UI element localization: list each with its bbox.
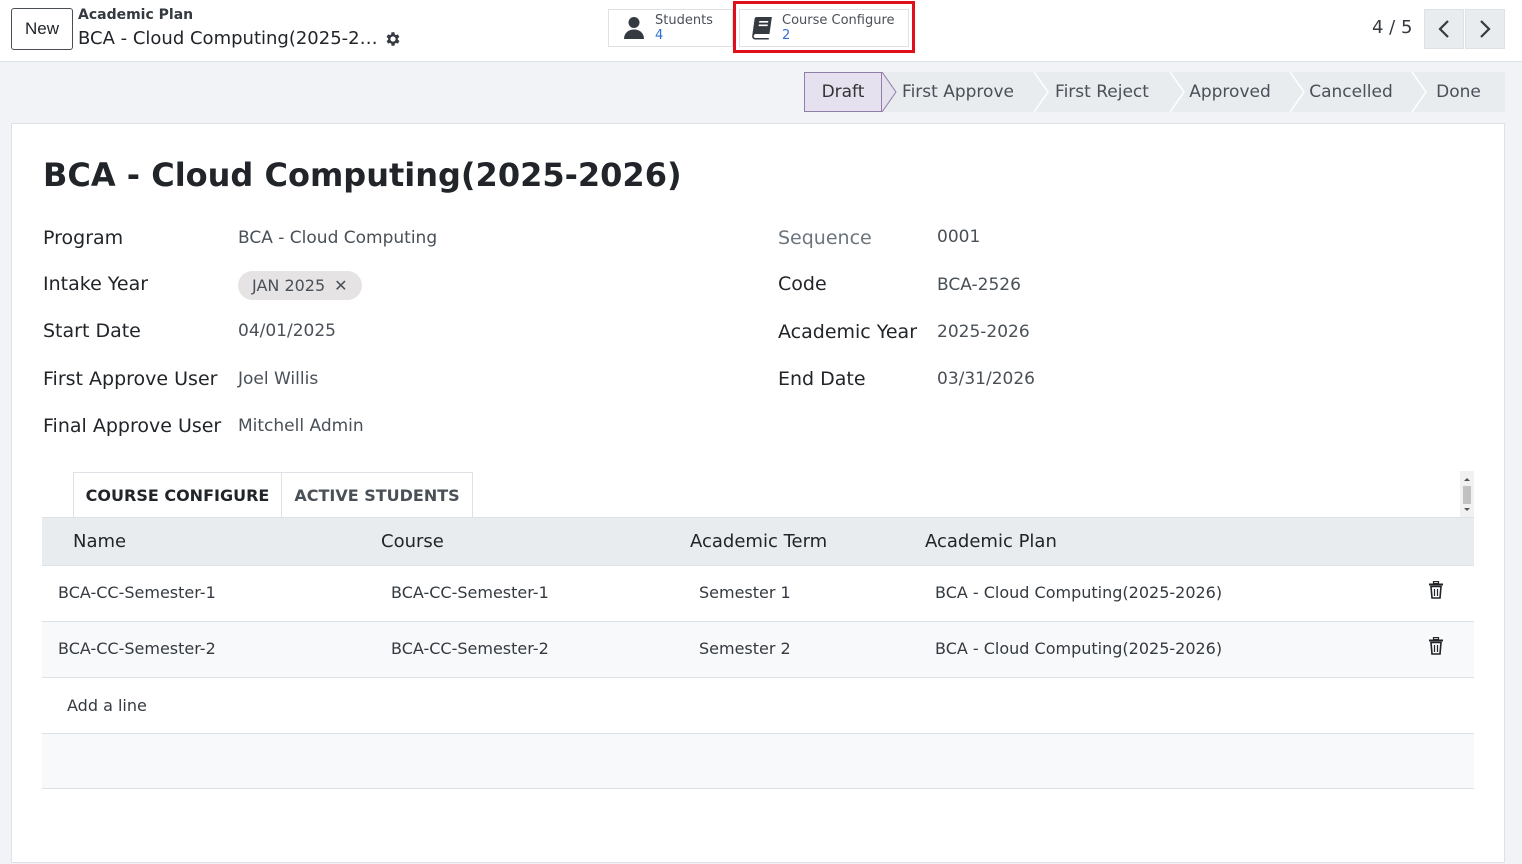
column-academic-term[interactable]: Academic Term <box>690 531 827 552</box>
cell-course[interactable]: BCA-CC-Semester-2 <box>391 639 549 658</box>
chevron-right-icon <box>1480 20 1491 38</box>
intake-year-tag[interactable]: JAN 2025 ✕ <box>238 271 362 300</box>
remove-tag-icon[interactable]: ✕ <box>334 276 347 295</box>
column-name[interactable]: Name <box>73 531 126 552</box>
first-approve-user-value[interactable]: Joel Willis <box>238 369 318 389</box>
sequence-label: Sequence <box>778 227 872 249</box>
add-line-row: Add a line <box>42 678 1474 734</box>
pager-next-button[interactable] <box>1465 9 1505 49</box>
breadcrumb-parent[interactable]: Academic Plan <box>78 7 193 23</box>
intake-year-tag-label: JAN 2025 <box>252 276 326 295</box>
course-configure-label: Course Configure <box>782 13 895 28</box>
chevron-left-icon <box>1438 20 1449 38</box>
cell-academic-term[interactable]: Semester 2 <box>699 639 791 658</box>
record-title: BCA - Cloud Computing(2025-2026) <box>43 156 682 194</box>
cell-academic-plan[interactable]: BCA - Cloud Computing(2025-2026) <box>935 639 1222 658</box>
empty-row <box>42 734 1474 789</box>
trash-icon[interactable] <box>1428 581 1444 599</box>
cell-academic-plan[interactable]: BCA - Cloud Computing(2025-2026) <box>935 583 1222 602</box>
students-label: Students <box>655 13 713 28</box>
trash-icon[interactable] <box>1428 637 1444 655</box>
user-icon <box>624 17 644 39</box>
control-panel: New Academic Plan BCA - Cloud Computing(… <box>0 0 1522 62</box>
course-configure-count: 2 <box>782 28 791 43</box>
gear-icon[interactable] <box>384 30 402 48</box>
end-date-value[interactable]: 03/31/2026 <box>937 369 1035 389</box>
stage-arrows <box>881 72 1427 112</box>
scrollbar-arrows <box>1463 478 1471 511</box>
tab-active-students[interactable]: ACTIVE STUDENTS <box>282 472 473 518</box>
breadcrumb-current: BCA - Cloud Computing(2025-2… <box>78 28 378 49</box>
academic-year-value[interactable]: 2025-2026 <box>937 322 1030 342</box>
first-approve-user-label: First Approve User <box>43 368 218 390</box>
table-row[interactable]: BCA-CC-Semester-1 BCA-CC-Semester-1 Seme… <box>42 566 1474 622</box>
students-count: 4 <box>655 28 664 43</box>
column-course[interactable]: Course <box>381 531 444 552</box>
cell-name[interactable]: BCA-CC-Semester-1 <box>58 583 216 602</box>
sequence-value: 0001 <box>937 227 981 247</box>
table-header: Name Course Academic Term Academic Plan <box>42 518 1474 566</box>
notebook-tabs: COURSE CONFIGURE ACTIVE STUDENTS <box>73 472 473 518</box>
code-label: Code <box>778 273 827 295</box>
new-button[interactable]: New <box>11 8 73 50</box>
form-sheet: BCA - Cloud Computing(2025-2026) Program… <box>11 123 1505 863</box>
book-icon <box>752 17 772 40</box>
students-smart-button[interactable]: Students 4 <box>608 9 733 47</box>
tabs-scrollbar[interactable] <box>1460 471 1474 517</box>
final-approve-user-value[interactable]: Mitchell Admin <box>238 416 364 436</box>
course-configure-smart-button[interactable]: Course Configure 2 <box>739 9 909 47</box>
tab-course-configure[interactable]: COURSE CONFIGURE <box>73 472 282 518</box>
program-value[interactable]: BCA - Cloud Computing <box>238 228 437 248</box>
start-date-label: Start Date <box>43 320 141 342</box>
cell-name[interactable]: BCA-CC-Semester-2 <box>58 639 216 658</box>
end-date-label: End Date <box>778 368 866 390</box>
add-line-link[interactable]: Add a line <box>67 696 147 715</box>
table-row[interactable]: BCA-CC-Semester-2 BCA-CC-Semester-2 Seme… <box>42 622 1474 678</box>
pager-previous-button[interactable] <box>1424 9 1464 49</box>
academic-year-label: Academic Year <box>778 321 918 343</box>
column-academic-plan[interactable]: Academic Plan <box>925 531 1057 552</box>
final-approve-user-label: Final Approve User <box>43 415 222 437</box>
program-label: Program <box>43 227 124 249</box>
start-date-value[interactable]: 04/01/2025 <box>238 321 336 341</box>
code-value[interactable]: BCA-2526 <box>937 275 1021 295</box>
course-configure-table: Name Course Academic Term Academic Plan … <box>42 518 1474 789</box>
intake-year-label: Intake Year <box>43 273 149 295</box>
pager-value[interactable]: 4 / 5 <box>1372 17 1412 38</box>
cell-academic-term[interactable]: Semester 1 <box>699 583 791 602</box>
cell-course[interactable]: BCA-CC-Semester-1 <box>391 583 549 602</box>
